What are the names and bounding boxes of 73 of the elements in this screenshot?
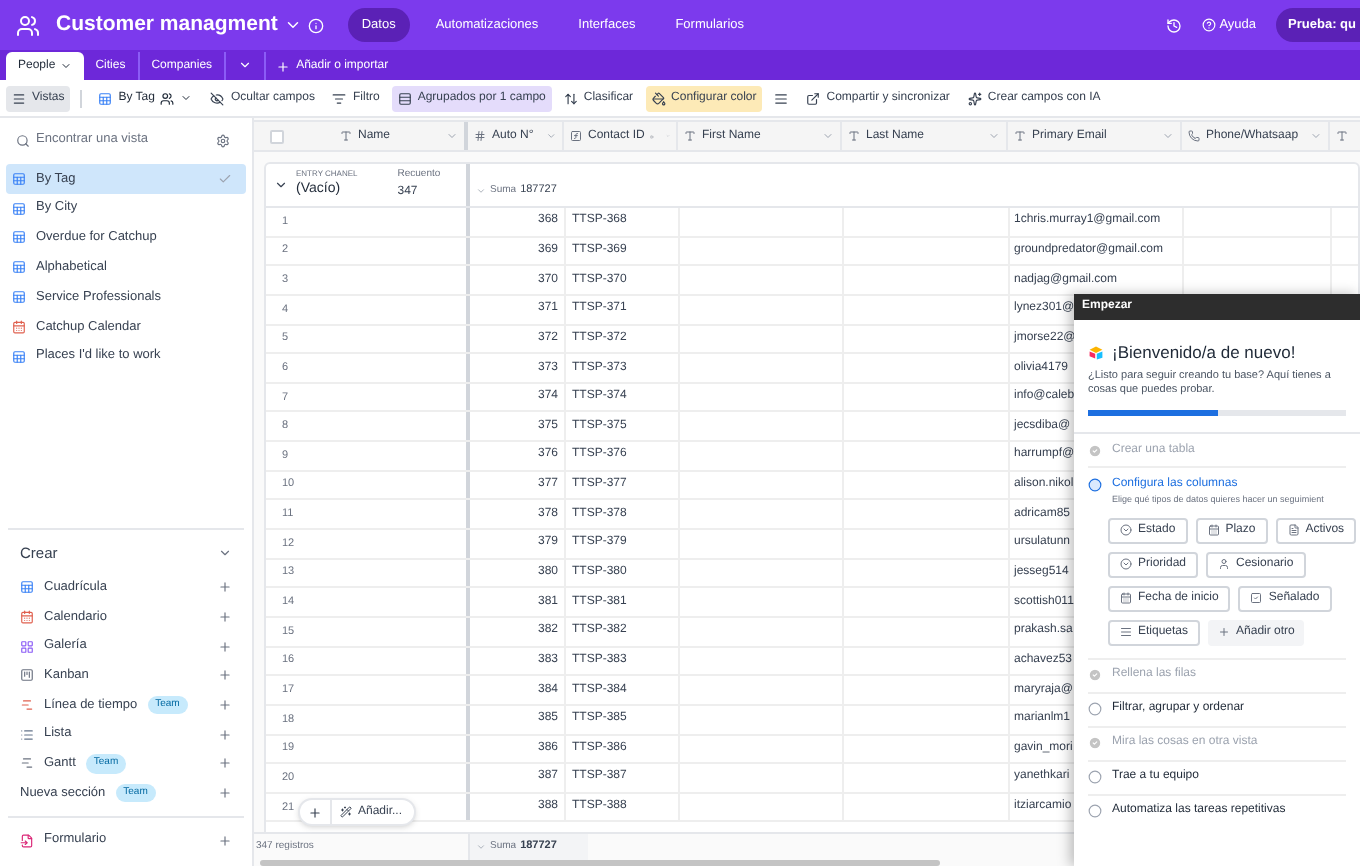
- wand-icon: [340, 806, 352, 818]
- grid-icon: [12, 201, 26, 216]
- plus-icon[interactable]: [218, 756, 232, 771]
- user-icon: [1218, 558, 1231, 571]
- height-icon: [774, 91, 789, 105]
- share-icon: [806, 91, 821, 105]
- plus-icon[interactable]: [218, 668, 232, 683]
- list-icon: [1120, 626, 1132, 639]
- plus-icon[interactable]: [218, 833, 232, 847]
- color-icon: [651, 91, 666, 105]
- panel-heading: ¡Bienvenido/a de nuevo!: [1112, 340, 1296, 366]
- plus-icon[interactable]: [218, 727, 232, 742]
- search-icon: [16, 133, 30, 147]
- hide-icon: [210, 91, 225, 105]
- settings-icon[interactable]: [216, 133, 230, 147]
- plus-icon[interactable]: [218, 610, 232, 625]
- more-tables-icon[interactable]: [238, 58, 253, 72]
- plus-icon[interactable]: [218, 698, 232, 713]
- date-icon: [1120, 592, 1132, 605]
- grid-icon: [20, 580, 34, 595]
- base-title[interactable]: Customer managment: [56, 9, 278, 41]
- select-all-checkbox[interactable]: [270, 129, 284, 143]
- text-field-icon: [684, 130, 696, 142]
- phone-field-icon: [1188, 130, 1200, 142]
- check-icon: [1250, 592, 1263, 605]
- views-icon: [12, 91, 26, 105]
- text-field-icon: [340, 130, 352, 142]
- caret-icon: [59, 60, 72, 72]
- file-icon: [1287, 524, 1300, 537]
- gantt-icon: [20, 756, 34, 771]
- plus-icon: [276, 59, 291, 73]
- plus-icon[interactable]: [218, 786, 232, 801]
- gallery-icon: [20, 639, 34, 654]
- add-icon[interactable]: [308, 805, 322, 819]
- form-icon: [20, 833, 34, 847]
- date-icon: [1207, 524, 1220, 537]
- grid-icon: [12, 260, 26, 275]
- view-icon: [98, 91, 113, 105]
- status-icon: [1120, 558, 1132, 571]
- scrollbar[interactable]: [260, 860, 940, 866]
- caret-icon[interactable]: [283, 16, 302, 34]
- people-icon: [160, 91, 175, 105]
- kanban-icon: [20, 668, 34, 683]
- check-icon: [218, 171, 232, 186]
- history-icon[interactable]: [1165, 17, 1182, 33]
- logo-icon: [1088, 345, 1104, 360]
- grid-icon: [12, 171, 26, 186]
- info-icon[interactable]: [307, 17, 324, 33]
- grid-icon: [12, 349, 26, 364]
- status-icon: [1120, 524, 1132, 537]
- number-field-icon: [474, 130, 486, 142]
- collapse-icon[interactable]: [218, 546, 232, 561]
- group-icon: [397, 91, 412, 105]
- text-field-icon: [1336, 130, 1348, 142]
- caret-icon: [180, 92, 193, 104]
- add-icon: [1218, 626, 1231, 639]
- text-field-icon: [1014, 130, 1026, 142]
- calendar-icon: [12, 319, 26, 334]
- list-icon: [20, 727, 34, 742]
- timeline-icon: [20, 698, 34, 713]
- help-icon: [1201, 18, 1216, 32]
- collapse-icon[interactable]: [274, 178, 288, 192]
- grid-icon: [12, 290, 26, 305]
- formula-field-icon: [570, 130, 582, 142]
- calendar-icon: [20, 610, 34, 625]
- sort-icon: [563, 91, 578, 105]
- filter-icon: [332, 91, 347, 105]
- text-field-icon: [848, 130, 860, 142]
- plus-icon[interactable]: [218, 639, 232, 654]
- ai-icon: [967, 91, 982, 105]
- logo-icon: [16, 13, 40, 37]
- plus-icon[interactable]: [218, 580, 232, 595]
- grid-icon: [12, 230, 26, 245]
